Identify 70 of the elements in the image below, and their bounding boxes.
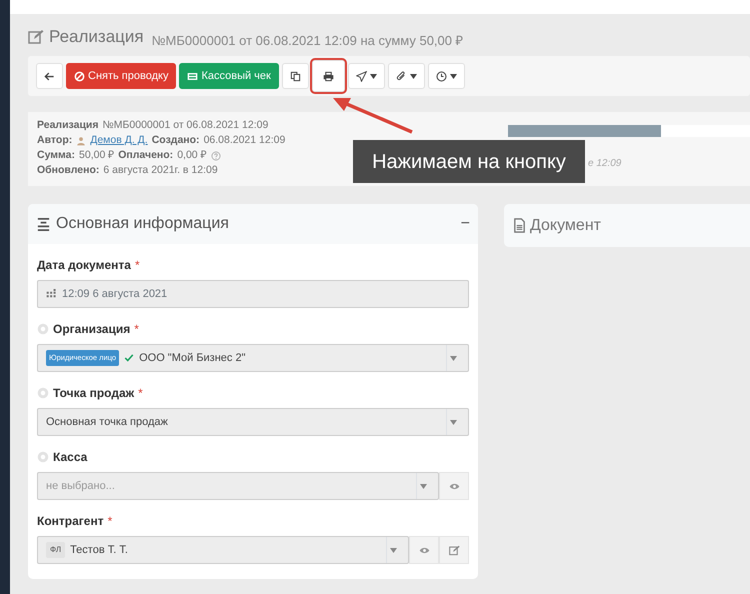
receipt-button[interactable]: Кассовый чек [179,63,279,89]
card-title: Основная информация [56,214,229,234]
field-label: Контрагент [37,513,104,530]
info-value: 50,00 ₽ [79,148,114,163]
info-value: 0,00 ₽ [177,148,207,163]
copy-icon [290,70,301,82]
edit-icon [448,544,460,556]
status-text: е 12:09 [588,157,622,171]
history-button[interactable] [428,63,465,89]
author-link[interactable]: Демов Д. Д. [90,133,148,148]
paper-plane-icon [356,70,367,82]
field-label: Касса [53,449,88,466]
send-button[interactable] [348,63,385,89]
info-label: Оплачено: [118,148,174,163]
caret-icon [450,74,457,78]
unpost-button[interactable]: Снять проводку [66,63,176,89]
paperclip-icon [396,70,407,82]
ban-icon [74,70,85,82]
collapse-button[interactable]: − [460,212,470,236]
field-value: Тестов Т. Т. [70,542,128,558]
view-button[interactable] [439,472,469,500]
info-label: Реализация [37,118,99,133]
view-button[interactable] [409,536,439,564]
select-field[interactable]: ФЛ Тестов Т. Т. [37,536,409,564]
required-mark: * [134,321,139,338]
info-label: Создано: [152,133,200,148]
edit-icon [28,28,44,45]
field-value: ООО "Мой Бизнес 2" [139,350,246,366]
document-subtitle: №МБ0000001 от 06.08.2021 12:09 на сумму 50,00 ₽ [152,32,464,50]
date-field[interactable]: 12:09 6 августа 2021 [37,280,469,308]
type-tag: ФЛ [46,542,66,558]
card-title: Документ [530,216,601,236]
select-field[interactable]: Основная точка продаж [37,408,469,436]
select-field[interactable]: не выбрано... [37,472,439,500]
caret-icon [370,74,377,78]
print-button[interactable] [312,60,345,92]
edit-button[interactable] [439,536,469,564]
receipt-icon [187,70,198,82]
calendar-grid-icon [46,288,57,300]
attach-button[interactable] [388,63,425,89]
document-icon [512,218,527,233]
back-button[interactable] [36,63,63,89]
field-value: 12:09 6 августа 2021 [62,286,168,302]
copy-button[interactable] [282,63,309,89]
field-value: Основная точка продаж [46,414,168,430]
back-arrow-icon [44,70,55,82]
caret-icon [410,74,417,78]
required-mark: * [108,513,112,530]
callout-label: Нажимаем на кнопку [353,140,585,183]
caret-icon [390,548,397,552]
field-label: Организация [53,321,130,338]
info-label: Сумма: [37,148,76,163]
align-center-icon [36,216,51,232]
required-mark: * [134,257,140,274]
clock-icon [436,70,447,82]
page-title: Реализация [49,26,144,48]
placeholder-text: не выбрано... [46,478,115,494]
info-value: №МБ0000001 от 06.08.2021 12:09 [102,118,268,133]
caret-icon [450,420,457,424]
info-value: 06.08.2021 12:09 [204,133,286,148]
field-label: Точка продаж [53,385,134,402]
print-icon [322,70,334,82]
info-label: Обновлено: [37,163,100,178]
info-value: 6 августа 2021г. в 12:09 [103,163,218,178]
info-label: Автор: [37,133,72,148]
caret-icon [450,356,457,360]
user-icon [76,136,86,146]
field-label: Дата документа [37,257,131,274]
caret-icon [420,484,427,488]
required-mark: * [138,385,143,402]
